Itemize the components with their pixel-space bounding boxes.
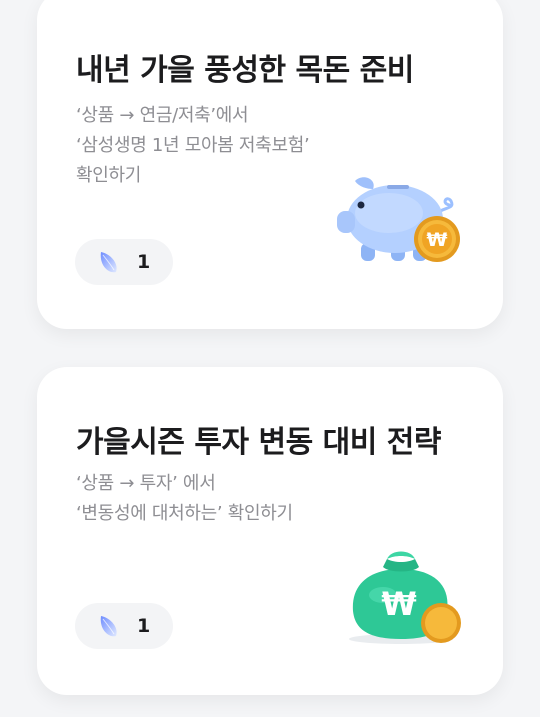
description-line: ‘변동성에 대처하는’ 확인하기: [76, 503, 293, 524]
piggy-bank-icon: ₩: [337, 177, 460, 262]
leaf-count: 1: [137, 615, 151, 637]
description-line: ‘상품 → 연금/저축’에서: [76, 105, 249, 126]
card-description: ‘상품 → 연금/저축’에서 ‘삼성생명 1년 모아봄 저축보험’ 확인하기: [76, 101, 310, 191]
leaf-count: 1: [137, 251, 151, 273]
svg-text:₩: ₩: [427, 229, 448, 251]
description-line: ‘상품 → 투자’ 에서: [76, 473, 216, 494]
leaf-icon: [100, 252, 117, 273]
leaf-count-badge[interactable]: 1: [75, 603, 173, 649]
card-title: 내년 가을 풍성한 목돈 준비: [76, 53, 414, 88]
svg-text:₩: ₩: [381, 585, 416, 623]
savings-card[interactable]: 내년 가을 풍성한 목돈 준비 ‘상품 → 연금/저축’에서 ‘삼성생명 1년 …: [37, 0, 503, 329]
card-description: ‘상품 → 투자’ 에서 ‘변동성에 대처하는’ 확인하기: [76, 469, 293, 529]
leaf-icon: [100, 616, 117, 637]
leaf-count-badge[interactable]: 1: [75, 239, 173, 285]
investment-card[interactable]: 가을시즌 투자 변동 대비 전략 ‘상품 → 투자’ 에서 ‘변동성에 대처하는…: [37, 367, 503, 695]
description-line: ‘삼성생명 1년 모아봄 저축보험’: [76, 135, 310, 156]
description-line: 확인하기: [76, 165, 142, 186]
card-title: 가을시즌 투자 변동 대비 전략: [76, 425, 441, 460]
money-bag-icon: ₩: [349, 551, 461, 644]
